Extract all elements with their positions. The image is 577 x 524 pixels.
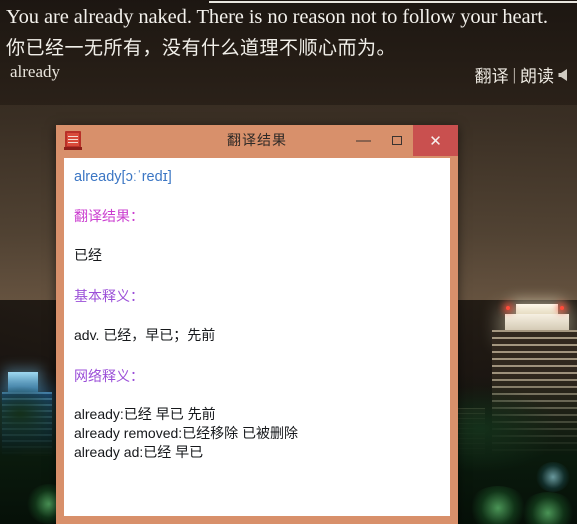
action-separator: | [512,64,516,84]
overlay-chinese-sentence: 你已经一无所有，没有什么道理不顺心而为。 [6,38,397,59]
list-item: already:已经 早已 先前 [74,406,216,422]
list-item: already ad:已经 早已 [74,444,204,460]
wallpaper-teal-glow [536,462,570,492]
close-button[interactable]: ✕ [413,125,458,156]
translation-result-text: 已经 [74,247,102,263]
translation-overlay-bar: You are already naked. There is no reaso… [0,0,577,105]
speaker-icon[interactable] [557,67,573,83]
basic-definition-text: adv. 已经，早已；先前 [74,327,216,343]
screen: You are already naked. There is no reaso… [0,0,577,524]
wallpaper-tower-beacon-left [506,306,510,310]
translation-result-window[interactable]: 翻译结果 — ✕ already[ɔːˈredɪ] 翻译结果： 已经 基本释义：… [56,125,458,524]
translation-content-panel: already[ɔːˈredɪ] 翻译结果： 已经 基本释义： adv. 已经，… [64,158,450,516]
overlay-top-divider [209,1,577,3]
maximize-square-icon [391,136,402,145]
network-definition-label: 网络释义： [74,368,144,384]
overlay-english-sentence: You are already naked. There is no reaso… [6,6,548,28]
list-item: already removed:已经移除 已被删除 [74,425,299,441]
translate-link[interactable]: 翻译 [475,62,509,87]
read-aloud-link[interactable]: 朗读 [520,62,554,87]
overlay-selected-word: already [10,62,61,81]
maximize-button[interactable] [380,125,413,156]
window-titlebar[interactable]: 翻译结果 — ✕ [56,125,458,156]
translation-result-label: 翻译结果： [74,208,144,224]
basic-definition-label: 基本释义： [74,288,144,304]
headword-with-phonetics: already[ɔːˈredɪ] [74,169,172,185]
wallpaper-green-glow-right [468,486,528,524]
window-controls: — ✕ [347,125,458,156]
wallpaper-tower-beacon-right [560,306,564,310]
overlay-actions: 翻译 | 朗读 [475,62,573,87]
network-definition-list: already:已经 早已 先前 already removed:已经移除 已被… [74,405,440,462]
